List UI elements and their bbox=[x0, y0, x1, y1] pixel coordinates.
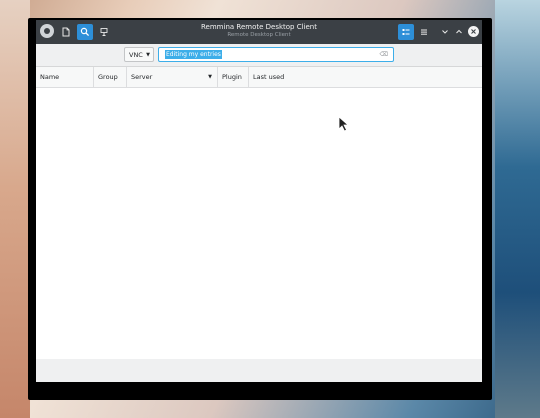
search-icon[interactable] bbox=[77, 24, 93, 40]
column-header-label: Plugin bbox=[222, 73, 242, 81]
column-header-label: Server bbox=[131, 73, 153, 81]
remmina-window: Remmina Remote Desktop Client Remote Des… bbox=[36, 20, 482, 382]
hamburger-menu-icon-glyph bbox=[421, 29, 427, 35]
minimize-icon[interactable] bbox=[439, 26, 451, 38]
desktop-background-right bbox=[495, 0, 540, 418]
app-menu-icon[interactable] bbox=[40, 24, 54, 38]
column-header-last-used[interactable]: Last used bbox=[249, 67, 482, 87]
column-header-label: Group bbox=[98, 73, 118, 81]
hamburger-menu-icon[interactable] bbox=[416, 24, 432, 40]
column-header-group[interactable]: Group bbox=[94, 67, 127, 87]
close-icon[interactable] bbox=[468, 26, 479, 37]
column-header-label: Name bbox=[40, 73, 60, 81]
table-header: Name Group Server ▼ Plugin Last used bbox=[36, 67, 482, 88]
maximize-icon[interactable] bbox=[453, 26, 465, 38]
mouse-pointer-icon bbox=[338, 116, 350, 132]
search-input-value: Editing my entries bbox=[165, 50, 222, 59]
new-connection-icon[interactable] bbox=[58, 24, 74, 40]
quick-connect-icon-glyph bbox=[100, 28, 108, 36]
search-input[interactable]: Editing my entries ⌫ bbox=[158, 47, 394, 62]
connection-list[interactable] bbox=[36, 88, 482, 359]
new-connection-icon-glyph bbox=[62, 27, 70, 37]
search-icon-glyph bbox=[80, 27, 90, 37]
desktop-background-left bbox=[0, 0, 30, 418]
column-header-server[interactable]: Server ▼ bbox=[127, 67, 218, 87]
view-toggle-icon[interactable] bbox=[398, 24, 414, 40]
quick-connect-icon[interactable] bbox=[96, 24, 112, 40]
protocol-dropdown[interactable]: VNC ▼ bbox=[124, 47, 154, 62]
column-header-plugin[interactable]: Plugin bbox=[218, 67, 249, 87]
chevron-down-icon: ▼ bbox=[146, 52, 150, 58]
protocol-dropdown-value: VNC bbox=[129, 50, 143, 59]
clear-search-icon[interactable]: ⌫ bbox=[380, 51, 388, 58]
view-toggle-icon-glyph bbox=[402, 29, 410, 35]
minimize-icon-glyph bbox=[442, 30, 448, 34]
status-bar bbox=[36, 359, 482, 382]
close-icon-glyph bbox=[471, 29, 476, 34]
window-title: Remmina Remote Desktop Client bbox=[201, 23, 317, 31]
maximize-icon-glyph bbox=[456, 29, 462, 34]
titlebar[interactable]: Remmina Remote Desktop Client Remote Des… bbox=[36, 20, 482, 44]
column-header-label: Last used bbox=[253, 73, 285, 81]
column-header-name[interactable]: Name bbox=[36, 67, 94, 87]
sort-descending-icon: ▼ bbox=[208, 74, 212, 80]
window-subtitle: Remote Desktop Client bbox=[227, 32, 291, 38]
search-toolbar: VNC ▼ Editing my entries ⌫ bbox=[36, 44, 482, 67]
